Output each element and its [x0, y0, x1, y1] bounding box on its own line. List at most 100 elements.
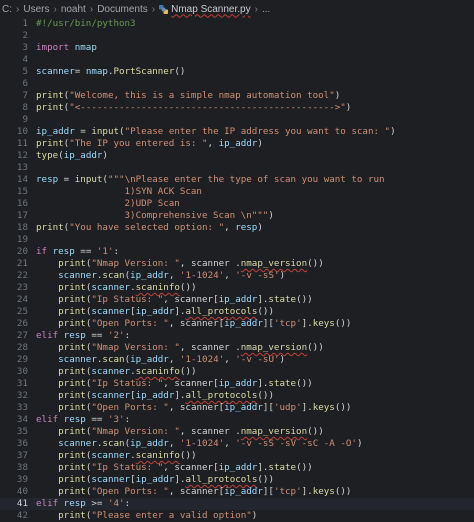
code-line[interactable]: 17 3)Comprehensive Scan \n""") [0, 210, 474, 222]
breadcrumb-item-documents[interactable]: Documents [97, 4, 148, 15]
code-line[interactable]: 7 print("Welcome, this is a simple nmap a… [0, 90, 474, 102]
breadcrumb-item-file[interactable]: Nmap Scanner.py [171, 4, 251, 15]
code-token: ip_addr [135, 306, 175, 317]
code-line[interactable]: 28 print("Nmap Version: ", scanner .nmap… [0, 342, 474, 354]
code-line[interactable]: 41 elif resp >= '4': [0, 498, 474, 510]
code-token: print [58, 366, 86, 377]
code-token: scaninfo [135, 282, 180, 293]
code-token: 'tcp' [273, 318, 302, 329]
code-line[interactable]: 26 print("Open Ports: ", scanner[ip_addr… [0, 318, 474, 330]
code-line[interactable]: 23 print(scanner.scaninfo()) [0, 282, 474, 294]
line-number: 36 [16, 438, 28, 449]
line-number: 31 [16, 378, 28, 389]
code-token: 'udp' [273, 402, 302, 413]
code-token: nmap_version [240, 426, 308, 437]
code-token: : [124, 330, 131, 341]
breadcrumb-item-drive[interactable]: C: [2, 4, 12, 15]
code-line[interactable]: 21 print("Nmap Version: ", scanner .nmap… [0, 258, 474, 270]
code-line[interactable]: 9 [0, 114, 474, 126]
line-number: 27 [16, 330, 28, 341]
code-token: "Nmap Version: " [91, 342, 180, 353]
code-line[interactable]: 13 [0, 162, 474, 174]
code-line[interactable]: 33 print("Open Ports: ", scanner[ip_addr… [0, 402, 474, 414]
code-line[interactable]: 5 scanner= nmap.PortScanner() [0, 66, 474, 78]
code-line[interactable]: 38 print("Ip Status: ", scanner[ip_addr]… [0, 462, 474, 474]
code-line[interactable]: 8 print("<-------------------------------… [0, 102, 474, 114]
code-token: : [124, 414, 131, 425]
line-number: 42 [16, 510, 28, 521]
code-token: ]. [257, 378, 269, 389]
code-line[interactable]: 32 print(scanner[ip_addr].all_protocols(… [0, 390, 474, 402]
code-line[interactable]: 2 [0, 30, 474, 42]
code-token: ()) [257, 390, 274, 401]
line-number: 6 [22, 78, 28, 89]
code-line[interactable]: 30 print(scanner.scaninfo()) [0, 366, 474, 378]
breadcrumb-item-more[interactable]: ... [262, 4, 270, 15]
breadcrumb-item-noaht[interactable]: noaht [61, 4, 86, 15]
code-line[interactable]: 18 print("You have selected option: ", re… [0, 222, 474, 234]
code-token: == [85, 414, 108, 425]
code-line[interactable]: 25 print(scanner[ip_addr].all_protocols(… [0, 306, 474, 318]
code-token: scan [102, 354, 125, 365]
line-number: 2 [22, 30, 28, 41]
code-text: print("Nmap Version: ", scanner .nmap_ve… [36, 342, 324, 354]
code-line[interactable]: 10 ip_addr = input("Please enter the IP a… [0, 126, 474, 138]
line-number: 20 [16, 246, 28, 257]
line-number: 21 [16, 258, 28, 269]
code-line[interactable]: 19 [0, 234, 474, 246]
code-line[interactable]: 14 resp = input("""\nPlease enter the typ… [0, 174, 474, 186]
breadcrumb-item-users[interactable]: Users [23, 4, 49, 15]
code-line[interactable]: 35 print("Nmap Version: ", scanner .nmap… [0, 426, 474, 438]
code-token: nmap [80, 66, 108, 77]
code-line[interactable]: 40 print("Open Ports: ", scanner[ip_addr… [0, 486, 474, 498]
code-token: ip_addr [130, 354, 169, 365]
line-number: 4 [22, 54, 28, 65]
code-line[interactable]: 39 print(scanner[ip_addr].all_protocols(… [0, 474, 474, 486]
code-token: == [85, 330, 108, 341]
code-token: print [58, 462, 86, 473]
code-line[interactable]: 42 print("Please enter a valid option") [0, 510, 474, 522]
code-line[interactable]: 15 1)SYN ACK Scan [0, 186, 474, 198]
code-token: ][ [262, 402, 274, 413]
code-line[interactable]: 20 if resp == '1': [0, 246, 474, 258]
code-line[interactable]: 6 [0, 78, 474, 90]
chevron-right-icon: › [254, 3, 258, 15]
code-token: input [74, 174, 103, 185]
code-line[interactable]: 36 scanner.scan(ip_addr, '1-1024', '-v -… [0, 438, 474, 450]
code-line[interactable]: 34 elif resp == '3': [0, 414, 474, 426]
code-line[interactable]: 37 print(scanner.scaninfo()) [0, 450, 474, 462]
code-token: "You have selected option: " [69, 222, 225, 233]
code-token: ()) [307, 258, 324, 269]
code-line[interactable]: 4 [0, 54, 474, 66]
code-line[interactable]: 3 import nmap [0, 42, 474, 54]
code-line[interactable]: 16 2)UDP Scan [0, 198, 474, 210]
code-line[interactable]: 29 scanner.scan(ip_addr, '1-1024', '-v -… [0, 354, 474, 366]
code-token: ()) [296, 462, 313, 473]
line-number: 9 [22, 114, 28, 125]
code-token: ) [102, 150, 108, 161]
code-token: = [74, 126, 92, 137]
code-token: "Ip Status: " [91, 462, 164, 473]
code-editor[interactable]: 1 #!/usr/bin/python3 2 3 import nmap 4 5 scanne… [0, 18, 474, 522]
code-text: scanner.scan(ip_addr, '1-1024', '-v -sS … [36, 438, 362, 450]
code-line[interactable]: 27 elif resp == '2': [0, 330, 474, 342]
code-token: state [268, 462, 297, 473]
line-number: 15 [16, 186, 28, 197]
code-line[interactable]: 11 print("The IP you entered is: ", ip_ad… [0, 138, 474, 150]
code-line[interactable]: 1 #!/usr/bin/python3 [0, 18, 474, 30]
code-token: , scanner[ [163, 462, 219, 473]
code-line[interactable]: 22 scanner.scan(ip_addr, '1-1024', '-v -… [0, 270, 474, 282]
code-token: scanner [91, 390, 131, 401]
code-token: ]. [257, 294, 269, 305]
code-line[interactable]: 31 print("Ip Status: ", scanner[ip_addr]… [0, 378, 474, 390]
code-line[interactable]: 12 type(ip_addr) [0, 150, 474, 162]
code-token: , [168, 270, 180, 281]
code-line[interactable]: 24 print("Ip Status: ", scanner[ip_addr]… [0, 294, 474, 306]
code-token: ) [257, 138, 263, 149]
